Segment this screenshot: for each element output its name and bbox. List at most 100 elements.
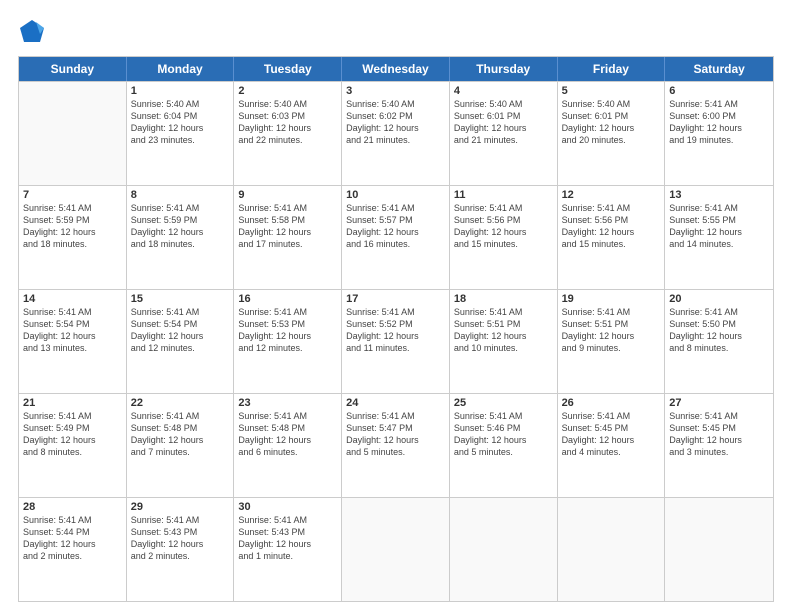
day-number: 23: [238, 397, 337, 409]
day-number: 7: [23, 189, 122, 201]
day-number: 22: [131, 397, 230, 409]
header-cell-wednesday: Wednesday: [342, 57, 450, 81]
day-info: Sunrise: 5:41 AM Sunset: 5:55 PM Dayligh…: [669, 202, 769, 251]
day-info: Sunrise: 5:40 AM Sunset: 6:04 PM Dayligh…: [131, 98, 230, 147]
day-number: 9: [238, 189, 337, 201]
calendar-cell: 1Sunrise: 5:40 AM Sunset: 6:04 PM Daylig…: [127, 82, 235, 185]
day-number: 24: [346, 397, 445, 409]
logo-icon: [18, 18, 46, 46]
calendar-row: 14Sunrise: 5:41 AM Sunset: 5:54 PM Dayli…: [19, 289, 773, 393]
day-info: Sunrise: 5:40 AM Sunset: 6:02 PM Dayligh…: [346, 98, 445, 147]
day-number: 17: [346, 293, 445, 305]
day-info: Sunrise: 5:41 AM Sunset: 5:56 PM Dayligh…: [454, 202, 553, 251]
day-number: 8: [131, 189, 230, 201]
calendar-cell: 10Sunrise: 5:41 AM Sunset: 5:57 PM Dayli…: [342, 186, 450, 289]
calendar-body: 1Sunrise: 5:40 AM Sunset: 6:04 PM Daylig…: [19, 81, 773, 601]
day-info: Sunrise: 5:41 AM Sunset: 5:43 PM Dayligh…: [131, 514, 230, 563]
calendar-cell: 24Sunrise: 5:41 AM Sunset: 5:47 PM Dayli…: [342, 394, 450, 497]
day-info: Sunrise: 5:41 AM Sunset: 5:51 PM Dayligh…: [454, 306, 553, 355]
day-number: 2: [238, 85, 337, 97]
calendar-cell: 3Sunrise: 5:40 AM Sunset: 6:02 PM Daylig…: [342, 82, 450, 185]
calendar-cell: 5Sunrise: 5:40 AM Sunset: 6:01 PM Daylig…: [558, 82, 666, 185]
calendar-cell: [450, 498, 558, 601]
calendar-cell: 25Sunrise: 5:41 AM Sunset: 5:46 PM Dayli…: [450, 394, 558, 497]
calendar-cell: 15Sunrise: 5:41 AM Sunset: 5:54 PM Dayli…: [127, 290, 235, 393]
calendar-row: 21Sunrise: 5:41 AM Sunset: 5:49 PM Dayli…: [19, 393, 773, 497]
day-number: 4: [454, 85, 553, 97]
calendar-cell: 19Sunrise: 5:41 AM Sunset: 5:51 PM Dayli…: [558, 290, 666, 393]
day-info: Sunrise: 5:41 AM Sunset: 5:45 PM Dayligh…: [669, 410, 769, 459]
day-info: Sunrise: 5:41 AM Sunset: 5:49 PM Dayligh…: [23, 410, 122, 459]
day-number: 14: [23, 293, 122, 305]
calendar-cell: 27Sunrise: 5:41 AM Sunset: 5:45 PM Dayli…: [665, 394, 773, 497]
day-number: 6: [669, 85, 769, 97]
day-number: 15: [131, 293, 230, 305]
day-number: 3: [346, 85, 445, 97]
calendar-header: SundayMondayTuesdayWednesdayThursdayFrid…: [19, 57, 773, 81]
day-info: Sunrise: 5:41 AM Sunset: 6:00 PM Dayligh…: [669, 98, 769, 147]
calendar-cell: 26Sunrise: 5:41 AM Sunset: 5:45 PM Dayli…: [558, 394, 666, 497]
calendar-cell: 4Sunrise: 5:40 AM Sunset: 6:01 PM Daylig…: [450, 82, 558, 185]
calendar-cell: 16Sunrise: 5:41 AM Sunset: 5:53 PM Dayli…: [234, 290, 342, 393]
calendar-cell: 11Sunrise: 5:41 AM Sunset: 5:56 PM Dayli…: [450, 186, 558, 289]
day-info: Sunrise: 5:41 AM Sunset: 5:54 PM Dayligh…: [131, 306, 230, 355]
day-info: Sunrise: 5:41 AM Sunset: 5:54 PM Dayligh…: [23, 306, 122, 355]
header-cell-thursday: Thursday: [450, 57, 558, 81]
calendar-cell: 23Sunrise: 5:41 AM Sunset: 5:48 PM Dayli…: [234, 394, 342, 497]
day-number: 12: [562, 189, 661, 201]
day-number: 30: [238, 501, 337, 513]
day-info: Sunrise: 5:41 AM Sunset: 5:58 PM Dayligh…: [238, 202, 337, 251]
day-info: Sunrise: 5:41 AM Sunset: 5:50 PM Dayligh…: [669, 306, 769, 355]
day-info: Sunrise: 5:40 AM Sunset: 6:01 PM Dayligh…: [454, 98, 553, 147]
calendar-cell: 8Sunrise: 5:41 AM Sunset: 5:59 PM Daylig…: [127, 186, 235, 289]
calendar-cell: 22Sunrise: 5:41 AM Sunset: 5:48 PM Dayli…: [127, 394, 235, 497]
day-number: 10: [346, 189, 445, 201]
calendar-cell: 12Sunrise: 5:41 AM Sunset: 5:56 PM Dayli…: [558, 186, 666, 289]
header-cell-saturday: Saturday: [665, 57, 773, 81]
calendar-cell: 28Sunrise: 5:41 AM Sunset: 5:44 PM Dayli…: [19, 498, 127, 601]
day-info: Sunrise: 5:41 AM Sunset: 5:48 PM Dayligh…: [131, 410, 230, 459]
calendar-cell: 18Sunrise: 5:41 AM Sunset: 5:51 PM Dayli…: [450, 290, 558, 393]
day-number: 13: [669, 189, 769, 201]
day-number: 19: [562, 293, 661, 305]
calendar-cell: 14Sunrise: 5:41 AM Sunset: 5:54 PM Dayli…: [19, 290, 127, 393]
day-number: 21: [23, 397, 122, 409]
calendar-cell: 13Sunrise: 5:41 AM Sunset: 5:55 PM Dayli…: [665, 186, 773, 289]
day-info: Sunrise: 5:41 AM Sunset: 5:57 PM Dayligh…: [346, 202, 445, 251]
day-number: 25: [454, 397, 553, 409]
day-info: Sunrise: 5:41 AM Sunset: 5:56 PM Dayligh…: [562, 202, 661, 251]
header-cell-monday: Monday: [127, 57, 235, 81]
calendar-cell: 21Sunrise: 5:41 AM Sunset: 5:49 PM Dayli…: [19, 394, 127, 497]
day-info: Sunrise: 5:41 AM Sunset: 5:51 PM Dayligh…: [562, 306, 661, 355]
page: SundayMondayTuesdayWednesdayThursdayFrid…: [0, 0, 792, 612]
calendar-cell: 29Sunrise: 5:41 AM Sunset: 5:43 PM Dayli…: [127, 498, 235, 601]
day-info: Sunrise: 5:41 AM Sunset: 5:47 PM Dayligh…: [346, 410, 445, 459]
calendar-cell: 7Sunrise: 5:41 AM Sunset: 5:59 PM Daylig…: [19, 186, 127, 289]
calendar-cell: 6Sunrise: 5:41 AM Sunset: 6:00 PM Daylig…: [665, 82, 773, 185]
day-number: 5: [562, 85, 661, 97]
header-cell-friday: Friday: [558, 57, 666, 81]
header-cell-tuesday: Tuesday: [234, 57, 342, 81]
day-info: Sunrise: 5:40 AM Sunset: 6:01 PM Dayligh…: [562, 98, 661, 147]
day-number: 27: [669, 397, 769, 409]
day-info: Sunrise: 5:40 AM Sunset: 6:03 PM Dayligh…: [238, 98, 337, 147]
day-info: Sunrise: 5:41 AM Sunset: 5:43 PM Dayligh…: [238, 514, 337, 563]
day-number: 18: [454, 293, 553, 305]
calendar-cell: 2Sunrise: 5:40 AM Sunset: 6:03 PM Daylig…: [234, 82, 342, 185]
day-number: 20: [669, 293, 769, 305]
day-info: Sunrise: 5:41 AM Sunset: 5:44 PM Dayligh…: [23, 514, 122, 563]
header: [18, 18, 774, 46]
day-number: 11: [454, 189, 553, 201]
calendar: SundayMondayTuesdayWednesdayThursdayFrid…: [18, 56, 774, 602]
day-info: Sunrise: 5:41 AM Sunset: 5:46 PM Dayligh…: [454, 410, 553, 459]
day-info: Sunrise: 5:41 AM Sunset: 5:52 PM Dayligh…: [346, 306, 445, 355]
calendar-cell: 17Sunrise: 5:41 AM Sunset: 5:52 PM Dayli…: [342, 290, 450, 393]
calendar-cell: [665, 498, 773, 601]
calendar-cell: 30Sunrise: 5:41 AM Sunset: 5:43 PM Dayli…: [234, 498, 342, 601]
day-number: 16: [238, 293, 337, 305]
logo: [18, 18, 50, 46]
calendar-cell: [558, 498, 666, 601]
calendar-row: 7 Sunrise: 5:41 AM Sunset: 5:59 PM Daylig…: [19, 185, 773, 289]
day-number: 1: [131, 85, 230, 97]
day-info: Sunrise: 5:41 AM Sunset: 5:59 PM Dayligh…: [131, 202, 230, 251]
